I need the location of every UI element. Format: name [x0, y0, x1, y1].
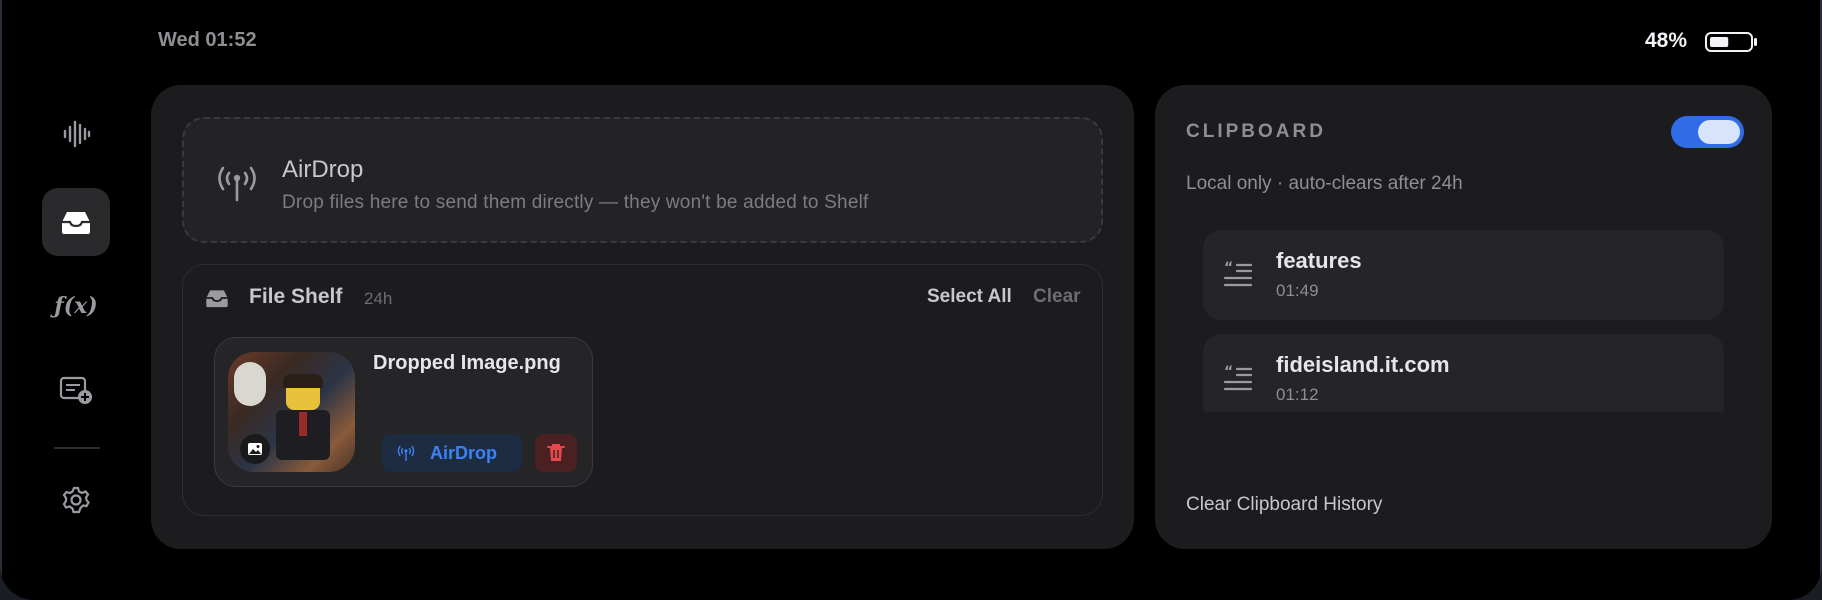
tray-icon [206, 290, 228, 308]
sidebar-item-clipboard[interactable] [42, 356, 110, 424]
shelf-retention-badge: 24h [364, 289, 393, 308]
sidebar-item-audio[interactable] [42, 100, 110, 168]
svg-text:“: “ [1224, 260, 1233, 276]
quote-icon: “ [1223, 260, 1253, 287]
notch-panel: Wed 01:52 48% ƒ(x) AirDrop Drop files he… [0, 0, 1822, 600]
file-shelf: File Shelf 24h Select All Clear Dropped … [182, 264, 1103, 516]
sidebar-item-shelf[interactable] [42, 188, 110, 256]
antenna-icon [218, 166, 256, 202]
shelf-panel: AirDrop Drop files here to send them dir… [151, 85, 1134, 549]
shelf-title: File Shelf [249, 285, 343, 308]
clipboard-item-text: features [1276, 248, 1362, 273]
delete-file-button[interactable] [535, 434, 577, 472]
sidebar-item-functions[interactable]: ƒ(x) [42, 272, 110, 340]
clipboard-item[interactable]: “ features 01:49 [1203, 230, 1724, 320]
waveform-icon [63, 120, 91, 148]
status-time: Wed 01:52 [158, 29, 257, 51]
clear-button[interactable]: Clear [1033, 286, 1081, 308]
quote-icon: “ [1223, 364, 1253, 391]
clipboard-title: CLIPBOARD [1186, 121, 1326, 142]
sidebar-divider [54, 447, 100, 449]
clipboard-add-icon [59, 376, 92, 404]
clipboard-item-time: 01:49 [1276, 281, 1319, 300]
clipboard-item-time: 01:12 [1276, 385, 1319, 404]
tray-icon [62, 212, 90, 234]
clipboard-item-text: fideisland.it.com [1276, 352, 1450, 377]
airdrop-button-label: AirDrop [430, 442, 497, 463]
airdrop-description: Drop files here to send them directly — … [282, 192, 869, 213]
gear-icon [62, 486, 90, 514]
battery-percent: 48% [1645, 29, 1688, 52]
file-thumbnail [228, 352, 355, 472]
window-edge [0, 0, 2, 600]
select-all-button[interactable]: Select All [927, 286, 1012, 308]
airdrop-drop-zone[interactable]: AirDrop Drop files here to send them dir… [182, 117, 1103, 243]
trash-icon [547, 444, 565, 461]
clipboard-item[interactable]: “ fideisland.it.com 01:12 [1203, 334, 1724, 412]
clipboard-panel: CLIPBOARD Local only · auto-clears after… [1155, 85, 1772, 549]
sidebar-item-settings[interactable] [42, 466, 110, 534]
clipboard-toggle[interactable] [1671, 116, 1744, 148]
battery-icon [1705, 32, 1757, 52]
airdrop-send-button[interactable]: AirDrop [382, 434, 522, 472]
clipboard-subtitle: Local only · auto-clears after 24h [1186, 173, 1463, 194]
antenna-icon [397, 445, 415, 462]
function-icon: ƒ(x) [54, 293, 98, 319]
photo-icon [240, 434, 270, 464]
airdrop-title: AirDrop [282, 156, 364, 183]
toggle-knob [1698, 120, 1740, 144]
file-name: Dropped Image.png [373, 352, 561, 374]
shelf-file-item[interactable]: Dropped Image.png AirDrop [214, 337, 593, 487]
svg-text:“: “ [1224, 364, 1233, 380]
clipboard-history-list[interactable]: “ features 01:49 “ fideisland.it.com 01:… [1203, 230, 1724, 412]
clear-clipboard-history-button[interactable]: Clear Clipboard History [1186, 494, 1382, 516]
